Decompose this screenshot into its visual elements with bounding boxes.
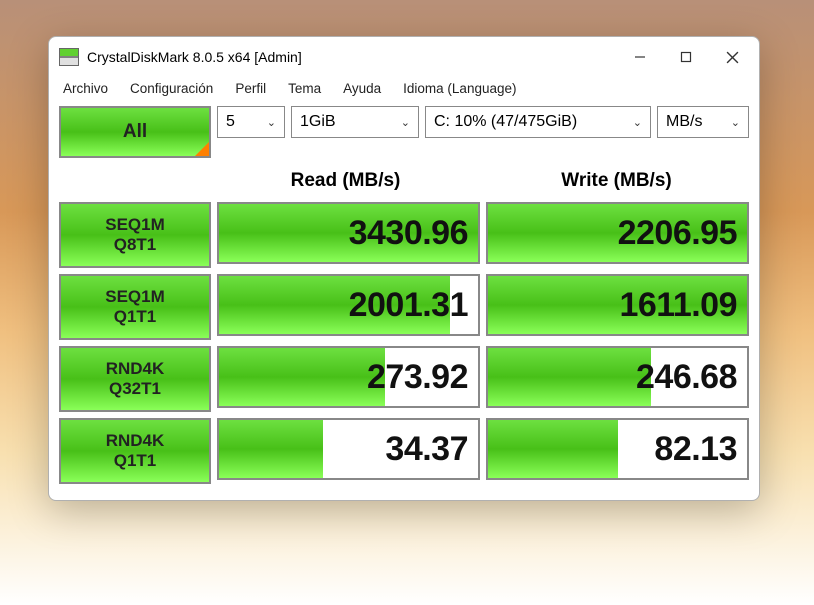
close-button[interactable] [709, 41, 755, 73]
chevron-down-icon: ⌄ [731, 116, 740, 129]
run-all-label: All [123, 121, 147, 143]
test-button-seq1m-q8t1[interactable]: SEQ1MQ8T1 [59, 202, 211, 268]
size-value: 1GiB [300, 113, 336, 131]
menu-help[interactable]: Ayuda [343, 81, 381, 96]
read-value: 34.37 [385, 430, 468, 469]
write-value: 82.13 [654, 430, 737, 469]
unit-select[interactable]: MB/s ⌄ [657, 106, 749, 138]
test-label-line1: SEQ1M [105, 215, 165, 235]
chevron-down-icon: ⌄ [401, 116, 410, 129]
write-cell: 1611.09 [486, 274, 749, 336]
window-controls [617, 41, 755, 73]
disk-value: C: 10% (47/475GiB) [434, 113, 577, 131]
write-value: 2206.95 [618, 214, 737, 253]
run-all-button[interactable]: All [59, 106, 211, 158]
test-label-line2: Q1T1 [114, 451, 157, 471]
headers-row: Read (MB/s) Write (MB/s) [59, 164, 749, 200]
write-bar [488, 348, 651, 406]
test-button-rnd4k-q1t1[interactable]: RND4KQ1T1 [59, 418, 211, 484]
count-select[interactable]: 5 ⌄ [217, 106, 285, 138]
unit-value: MB/s [666, 113, 702, 131]
maximize-icon [680, 51, 692, 63]
test-label-line1: SEQ1M [105, 287, 165, 307]
count-value: 5 [226, 113, 235, 131]
controls-row: All 5 ⌄ 1GiB ⌄ C: 10% (47/475GiB) ⌄ MB/s… [59, 106, 749, 158]
menu-language[interactable]: Idioma (Language) [403, 81, 516, 96]
window-title: CrystalDiskMark 8.0.5 x64 [Admin] [87, 49, 617, 65]
read-cell: 273.92 [217, 346, 480, 408]
chevron-down-icon: ⌄ [267, 116, 276, 129]
write-bar [488, 420, 618, 478]
read-value: 3430.96 [349, 214, 468, 253]
test-label-line2: Q8T1 [114, 235, 157, 255]
chevron-down-icon: ⌄ [633, 116, 642, 129]
maximize-button[interactable] [663, 41, 709, 73]
read-value: 273.92 [367, 358, 468, 397]
write-cell: 2206.95 [486, 202, 749, 264]
test-label-line2: Q1T1 [114, 307, 157, 327]
test-label-line1: RND4K [106, 359, 165, 379]
results-grid: SEQ1MQ8T13430.962206.95SEQ1MQ1T12001.311… [59, 202, 749, 484]
result-row: SEQ1MQ8T1 3430.96 2206.95 [59, 202, 749, 268]
result-row: SEQ1MQ1T1 2001.31 1611.09 [59, 274, 749, 340]
read-value: 2001.31 [349, 286, 468, 325]
size-select[interactable]: 1GiB ⌄ [291, 106, 419, 138]
read-bar [219, 348, 385, 406]
test-button-seq1m-q1t1[interactable]: SEQ1MQ1T1 [59, 274, 211, 340]
menu-config[interactable]: Configuración [130, 81, 213, 96]
result-row: RND4KQ1T1 34.37 82.13 [59, 418, 749, 484]
header-spacer [59, 164, 207, 200]
write-value: 246.68 [636, 358, 737, 397]
titlebar: CrystalDiskMark 8.0.5 x64 [Admin] [49, 37, 759, 77]
app-window: CrystalDiskMark 8.0.5 x64 [Admin] Archiv… [48, 36, 760, 501]
test-label-line2: Q32T1 [109, 379, 161, 399]
minimize-icon [634, 51, 646, 63]
close-icon [726, 51, 739, 64]
dropdowns: 5 ⌄ 1GiB ⌄ C: 10% (47/475GiB) ⌄ MB/s ⌄ [217, 106, 749, 158]
menubar: Archivo Configuración Perfil Tema Ayuda … [49, 77, 759, 104]
write-cell: 246.68 [486, 346, 749, 408]
read-cell: 34.37 [217, 418, 480, 480]
minimize-button[interactable] [617, 41, 663, 73]
result-row: RND4KQ32T1 273.92 246.68 [59, 346, 749, 412]
menu-theme[interactable]: Tema [288, 81, 321, 96]
write-cell: 82.13 [486, 418, 749, 480]
menu-file[interactable]: Archivo [63, 81, 108, 96]
test-button-rnd4k-q32t1[interactable]: RND4KQ32T1 [59, 346, 211, 412]
disk-select[interactable]: C: 10% (47/475GiB) ⌄ [425, 106, 651, 138]
menu-profile[interactable]: Perfil [235, 81, 266, 96]
read-cell: 3430.96 [217, 202, 480, 264]
read-header: Read (MB/s) [213, 164, 478, 200]
write-value: 1611.09 [619, 286, 737, 325]
content-area: All 5 ⌄ 1GiB ⌄ C: 10% (47/475GiB) ⌄ MB/s… [49, 104, 759, 500]
read-bar [219, 420, 323, 478]
read-cell: 2001.31 [217, 274, 480, 336]
app-icon [59, 48, 79, 66]
test-label-line1: RND4K [106, 431, 165, 451]
write-header: Write (MB/s) [484, 164, 749, 200]
